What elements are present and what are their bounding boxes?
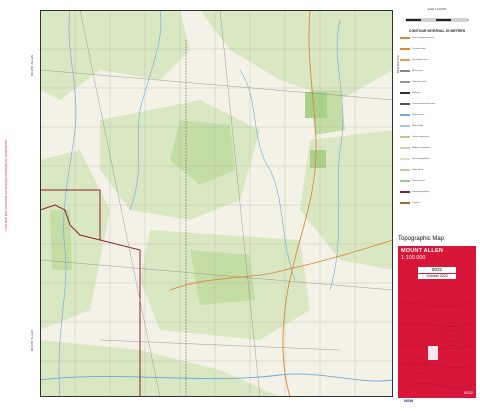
legend-row: Contour [398, 202, 476, 205]
legend-label: Railway [412, 91, 420, 94]
sheet-scale: 1:100 000 [401, 255, 426, 261]
scale-bar-label: Scale 1:100,000 [427, 8, 447, 11]
legend-label: Power transmission line [412, 102, 436, 105]
sheet-number: 8032 [418, 267, 456, 273]
legend-label: Dual carriageway road [412, 36, 434, 39]
topographic-map-area[interactable] [40, 10, 393, 397]
legend-label: Water body [412, 124, 424, 127]
legend-row: Vehicular track [398, 81, 476, 84]
disclaimer-vertical-text: THIS MAP MAY CONTAIN AUTOMATED ERRORS OF… [4, 140, 8, 232]
adjoining-sheet-left-top: MOUNT ALLEN [30, 55, 34, 77]
legend-swatch [400, 125, 410, 127]
legend-swatch [400, 59, 410, 61]
legend-label: Minor road [412, 69, 423, 72]
legend-swatch [400, 136, 410, 138]
legend-swatch [400, 37, 410, 39]
legend-swatch [400, 180, 410, 182]
legend-label: Medium vegetation [412, 146, 431, 149]
legend-swatch [400, 114, 410, 116]
legend-label: Secondary road [412, 58, 428, 61]
map-legend: Scale 1:100,000 CONTOUR INTERVAL 20 METR… [398, 8, 476, 233]
nsw-logo-text: NSW [404, 398, 414, 403]
legend-swatch [400, 70, 410, 72]
edition-date: October 2023 [418, 274, 456, 279]
legend-row: Medium vegetation [398, 147, 476, 150]
legend-row: Locality boundary [398, 191, 476, 194]
legend-swatch [400, 147, 410, 149]
legend-row: Principal road [398, 48, 476, 51]
scale-bar [405, 18, 469, 22]
adjoining-sheet-left-bottom: MOUNT ALLEN [30, 330, 34, 352]
legend-row: Dual carriageway road [398, 37, 476, 40]
product-label: Topographic Map [398, 236, 445, 242]
legend-label: Principal road [412, 47, 426, 50]
legend-label: Locality boundary [412, 190, 430, 193]
sheet-title-panel: MOUNT ALLEN 1:100 000 8032 October 2023 … [398, 246, 476, 398]
legend-label: Contour [412, 201, 420, 204]
legend-items: Dual carriageway road Principal road Secon… [398, 33, 476, 223]
map-sheet: THIS MAP MAY CONTAIN AUTOMATED ERRORS OF… [0, 0, 480, 411]
legend-row: State forest [398, 169, 476, 172]
legend-swatch [400, 81, 410, 83]
legend-row: Dense vegetation [398, 136, 476, 139]
legend-row: Secondary road [398, 59, 476, 62]
legend-swatch [400, 92, 410, 94]
legend-row: Watercourse [398, 114, 476, 117]
legend-swatch [400, 158, 410, 160]
sheet-code: 8032 [464, 390, 473, 395]
legend-row: Minor road [398, 70, 476, 73]
legend-label: Sparse vegetation [412, 157, 430, 160]
legend-row: National park [398, 180, 476, 183]
legend-label: State forest [412, 168, 424, 171]
legend-label: Dense vegetation [412, 135, 430, 138]
legend-swatch [400, 103, 410, 105]
sheet-name: MOUNT ALLEN [401, 248, 444, 254]
legend-swatch [400, 48, 410, 50]
legend-row: Water body [398, 125, 476, 128]
legend-label: Watercourse [412, 113, 425, 116]
legend-row: Railway [398, 92, 476, 95]
legend-swatch [400, 202, 410, 204]
legend-row: Power transmission line [398, 103, 476, 106]
legend-row: Sparse vegetation [398, 158, 476, 161]
legend-swatch [400, 169, 410, 171]
legend-label: Vehicular track [412, 80, 427, 83]
legend-label: National park [412, 179, 425, 182]
legend-swatch [400, 191, 410, 193]
